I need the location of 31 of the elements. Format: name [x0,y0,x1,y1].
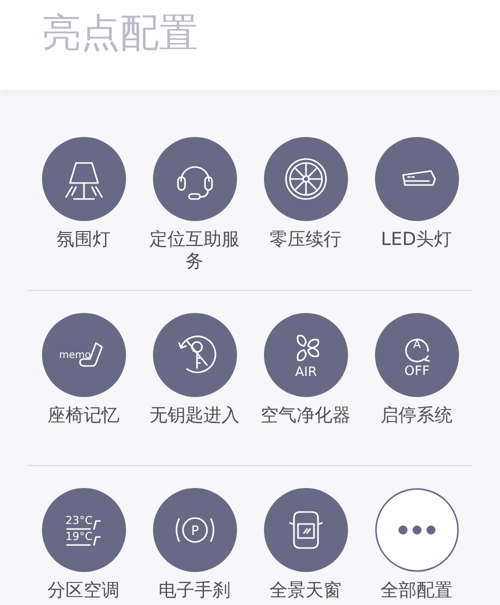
more-button[interactable] [374,488,458,572]
feature-label: 空气净化器 [260,405,352,427]
headset-icon [176,166,212,200]
icon-text: 19°C [64,530,92,543]
feature-label: LED头灯 [380,229,454,251]
feature-label: 电子手刹 [158,580,232,602]
feature-label: 定位互助服务 [148,229,240,273]
icon-text: A [412,338,420,351]
wheel-icon [284,158,326,200]
headlight-icon [402,170,436,186]
fan-icon [296,334,319,362]
auto-stop-icon [404,338,430,362]
icon-text: P [190,524,198,539]
feature-label: 启停系统 [380,405,454,427]
feature-label: 无钥匙进入 [148,405,240,427]
feature-label: 分区空调 [46,580,120,602]
key-icon [178,336,216,374]
feature-label: 氛围灯 [56,229,112,251]
more-icon[interactable] [398,526,435,534]
icon-text: OFF [404,364,430,379]
car-icon [288,511,322,549]
icon-text: AIR [294,365,316,380]
feature-label: 全景天窗 [268,580,342,602]
parking-brake-icon [175,517,214,543]
feature-label: 零压续行 [268,229,342,251]
icon-text: memo [58,350,90,361]
lamp-icon [64,162,102,200]
feature-label: 座椅记忆 [46,405,120,427]
icon-text: 23°C [64,514,92,527]
page-title: 亮点配置 [42,10,198,58]
feature-label: 全部配置 [380,580,454,602]
